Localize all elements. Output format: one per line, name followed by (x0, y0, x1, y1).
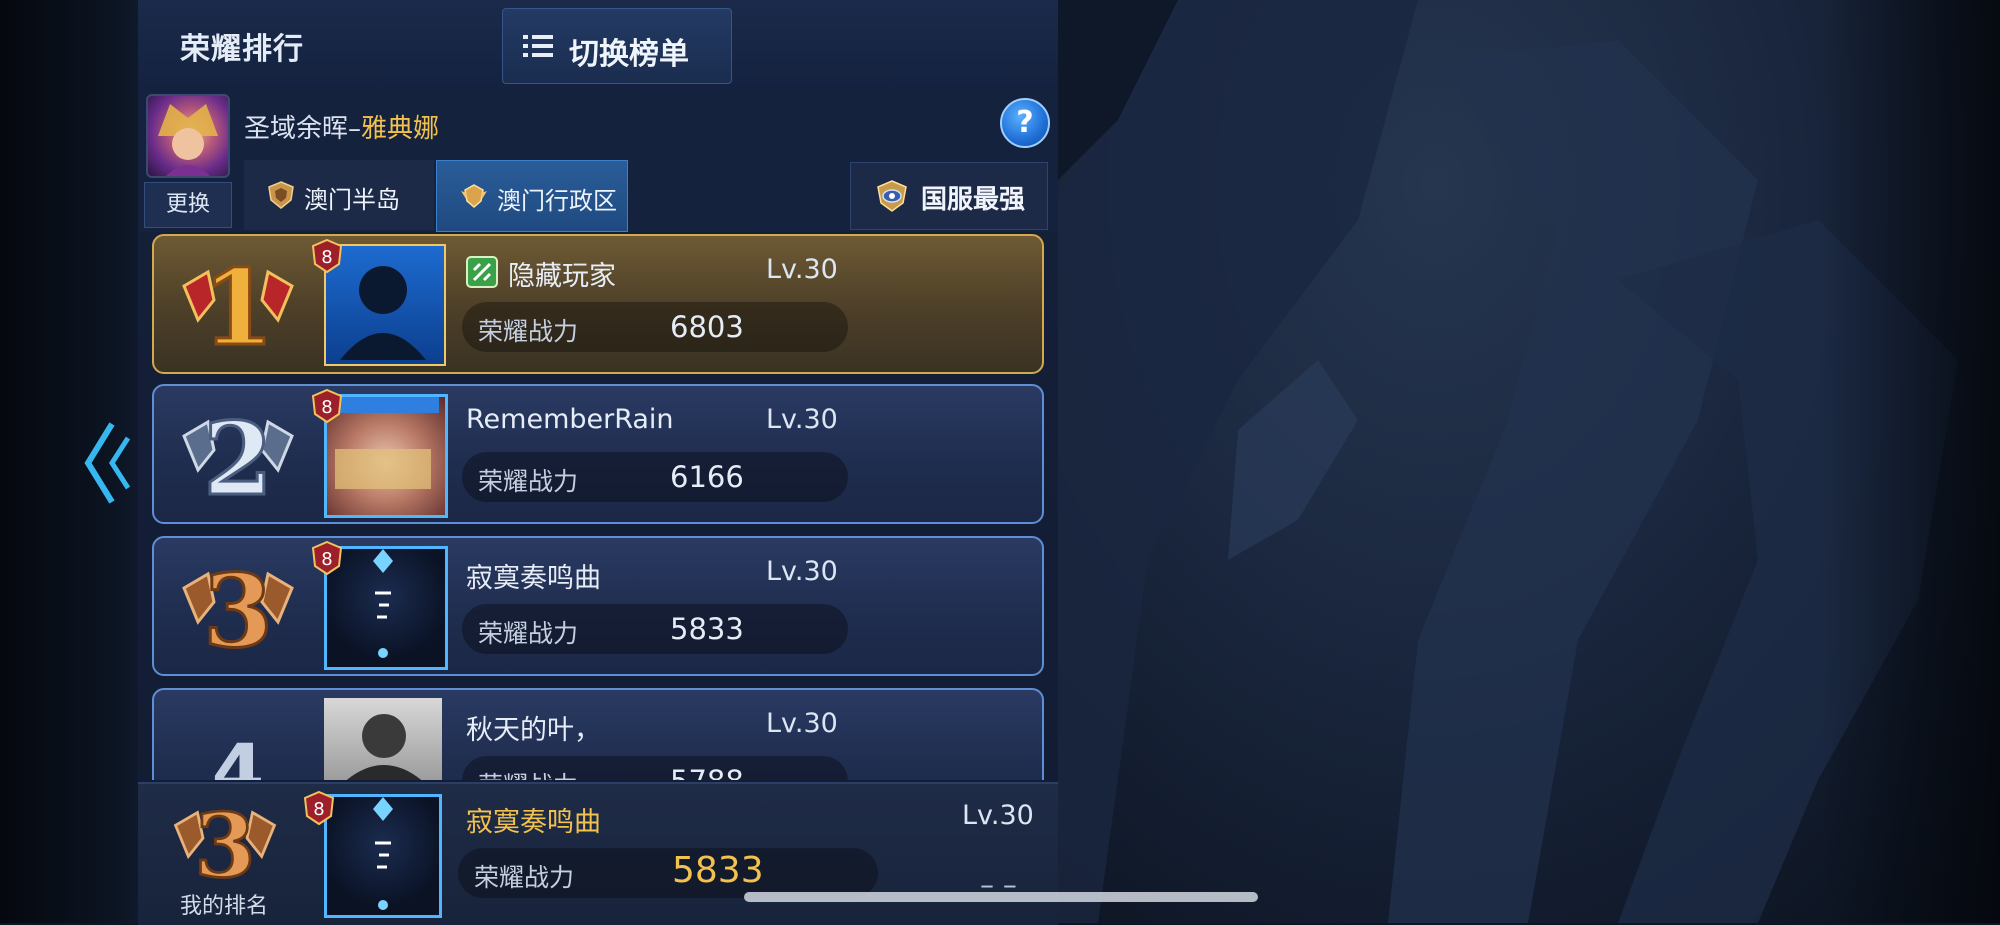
ranking-list: 1 8 隐藏玩家 Lv.30 荣耀战力 6803 2 8 RememberRai… (138, 232, 1058, 780)
rank-2-emblem-icon: 2 (182, 399, 294, 512)
my-power-value: 5833 (672, 850, 764, 891)
player-name: 隐藏玩家 (508, 261, 616, 292)
region-shield-icon (268, 181, 294, 209)
level-badge-icon: 8 (311, 238, 343, 274)
player-name: 寂寞奏鸣曲 (466, 563, 601, 594)
back-arrow-icon[interactable] (82, 418, 132, 508)
power-value: 5788 (670, 764, 744, 780)
national-best-label: 国服最强 (921, 185, 1026, 215)
svg-text:2: 2 (203, 400, 273, 512)
power-label: 荣耀战力 (478, 467, 579, 496)
my-rank-number: 3 (194, 794, 255, 888)
my-player-name: 寂寞奏鸣曲 (466, 807, 601, 838)
national-best-button[interactable]: 国服最强 (850, 162, 1048, 230)
my-avatar[interactable] (324, 794, 442, 918)
power-label: 荣耀战力 (478, 619, 579, 648)
tab-label: 澳门行政区 (497, 187, 617, 215)
change-hero-button[interactable]: 更换 (144, 182, 232, 228)
ranking-row-3[interactable]: 3 8 寂寞奏鸣曲 Lv.30 荣耀战力 5833 (152, 536, 1044, 676)
badge-number: 8 (321, 397, 332, 418)
badge-number: 8 (321, 549, 332, 570)
level-badge-icon: 8 (311, 540, 343, 576)
power-bar: 荣耀战力 6803 (462, 302, 848, 352)
crest-icon (877, 180, 907, 212)
rank-1-emblem-icon: 1 (182, 246, 294, 362)
ranking-row-1[interactable]: 1 8 隐藏玩家 Lv.30 荣耀战力 6803 (152, 234, 1044, 374)
tab-macau-sar[interactable]: 澳门行政区 (436, 160, 628, 232)
help-button[interactable]: ? (1000, 98, 1050, 148)
hidden-player-icon (466, 256, 498, 288)
player-level: Lv.30 (766, 404, 838, 435)
badge-number: 8 (321, 247, 332, 268)
home-indicator[interactable] (744, 892, 1258, 902)
power-label: 荣耀战力 (474, 863, 575, 892)
player-level: Lv.30 (766, 254, 838, 285)
my-power-bar: 荣耀战力 5833 (458, 848, 878, 898)
switch-list-button[interactable]: 切换榜单 (502, 8, 732, 84)
hero-selector: 圣域余晖–雅典娜 ? 更换 澳门半岛 澳门行政区 国服最强 (138, 90, 1058, 232)
player-level: Lv.30 (766, 708, 838, 739)
header-bar: 荣耀排行 切换榜单 (138, 0, 1058, 92)
power-label: 荣耀战力 (478, 766, 578, 780)
player-name: RememberRain (466, 404, 674, 435)
player-avatar[interactable] (324, 698, 442, 780)
ranking-row-4[interactable]: 4 秋天的叶， Lv.30 荣耀战力 5788 (152, 688, 1044, 780)
my-rank-label: 我的排名 (180, 894, 269, 919)
my-rank-emblem-icon: 3 (173, 792, 277, 888)
page-title: 荣耀排行 (180, 32, 304, 67)
my-level-badge-icon: 8 (303, 790, 335, 826)
tab-macau-peninsula[interactable]: 澳门半岛 (244, 160, 434, 230)
region-wings-icon (461, 184, 487, 208)
rank-4-number-icon: 4 (212, 727, 265, 780)
hero-name: 圣域余晖–雅典娜 (244, 108, 439, 145)
hero-avatar[interactable] (146, 94, 230, 178)
power-bar: 荣耀战力 5788 (462, 756, 848, 780)
list-icon (523, 35, 553, 57)
player-level: Lv.30 (766, 556, 838, 587)
player-name: 秋天的叶， (466, 715, 601, 746)
rank-3-emblem-icon: 3 (182, 551, 294, 664)
power-value: 6803 (670, 310, 744, 344)
hero-character-name: 雅典娜 (361, 114, 440, 144)
svg-text:3: 3 (203, 552, 273, 664)
my-player-level: Lv.30 (962, 800, 1034, 831)
power-bar: 荣耀战力 5833 (462, 604, 848, 654)
tab-label: 澳门半岛 (304, 186, 400, 214)
power-value: 6166 (670, 460, 744, 494)
rank-number: 4 (212, 727, 265, 780)
my-ranking-bar[interactable]: 3 我的排名 8 寂寞奏鸣曲 Lv.30 荣耀战力 5833 – – (138, 782, 1058, 925)
level-badge-icon: 8 (311, 388, 343, 424)
badge-number: 8 (313, 799, 324, 820)
power-bar: 荣耀战力 6166 (462, 452, 848, 502)
ranking-row-2[interactable]: 2 8 RememberRain Lv.30 荣耀战力 6166 (152, 384, 1044, 524)
svg-text:1: 1 (202, 246, 274, 362)
hero-skin-name: 圣域余晖– (244, 114, 362, 144)
power-label: 荣耀战力 (478, 317, 579, 346)
hero-art-background (1058, 0, 2000, 923)
switch-list-label: 切换榜单 (569, 37, 689, 72)
power-value: 5833 (670, 612, 744, 646)
